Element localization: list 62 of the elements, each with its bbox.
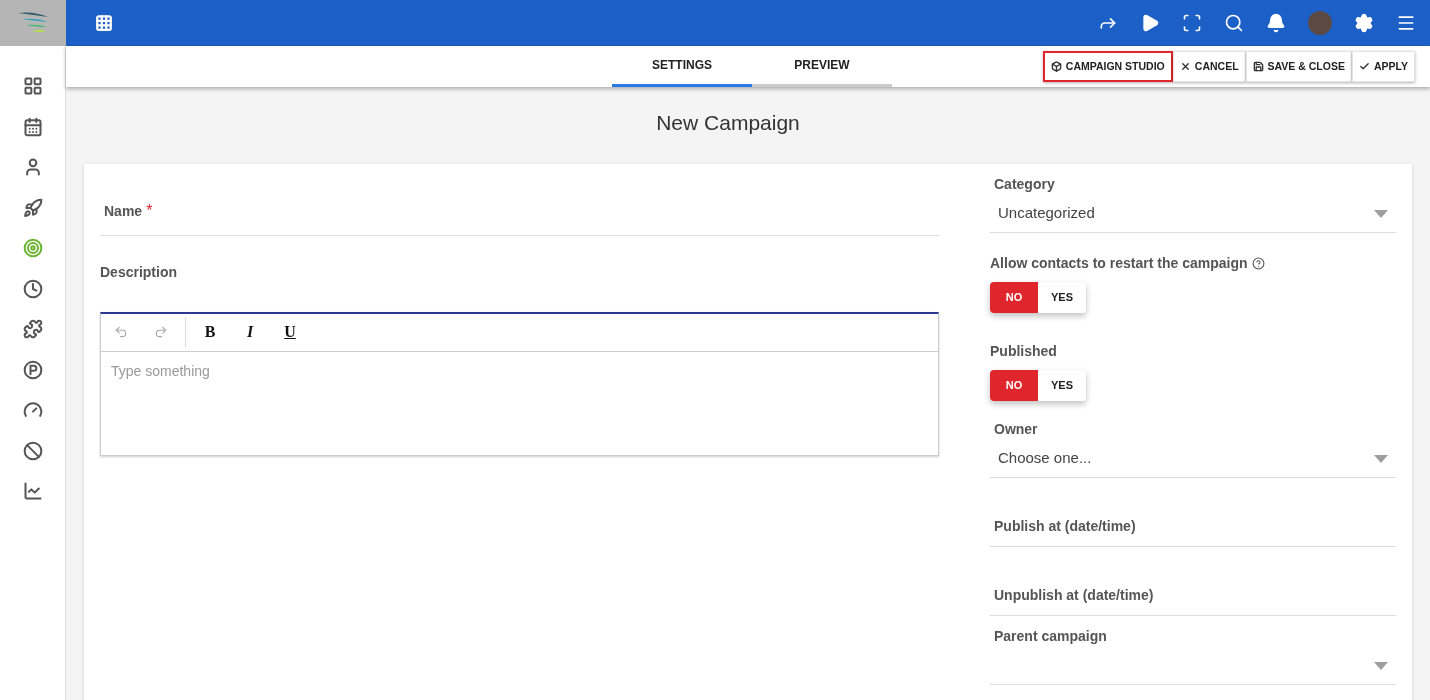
toggle-option[interactable]: NO xyxy=(990,369,1038,401)
toolbar-button[interactable]: B xyxy=(190,317,230,347)
page-title: New Campaign xyxy=(655,110,801,136)
rocket-icon[interactable] xyxy=(22,197,43,218)
toggle-option[interactable]: YES xyxy=(1038,369,1086,401)
check-icon xyxy=(1358,61,1370,72)
bell-icon[interactable] xyxy=(1266,13,1286,33)
description-input[interactable]: Type something xyxy=(101,351,938,448)
calendar-icon[interactable] xyxy=(22,116,43,137)
save-icon xyxy=(1252,61,1264,72)
toggle-switch[interactable]: NO YES xyxy=(990,281,1086,313)
select-value: Choose one... xyxy=(998,448,1092,469)
dashboard-icon[interactable] xyxy=(22,76,43,96)
undo-icon xyxy=(114,325,128,339)
select-field[interactable]: Parent campaign xyxy=(990,615,1396,685)
caret-icon xyxy=(1374,454,1388,463)
menu-icon[interactable] xyxy=(1396,13,1416,33)
cube-icon xyxy=(1050,61,1062,72)
field-label: Publish at (date/time) xyxy=(994,517,1136,534)
action-button[interactable]: CANCEL xyxy=(1172,51,1246,82)
action-button[interactable]: APPLY xyxy=(1351,51,1415,82)
select-field[interactable]: Category Uncategorized xyxy=(990,163,1396,233)
toolbar-button[interactable]: U xyxy=(270,317,310,347)
toggle-switch[interactable]: NO YES xyxy=(990,369,1086,401)
required-marker: * xyxy=(146,201,153,219)
apps-grid-icon[interactable] xyxy=(95,14,113,32)
select-value: Uncategorized xyxy=(998,203,1095,224)
redo-icon xyxy=(154,325,168,339)
gauge-icon[interactable] xyxy=(22,400,43,420)
caret-icon xyxy=(1374,209,1388,218)
puzzle-icon[interactable] xyxy=(22,319,43,339)
close-icon xyxy=(1179,61,1191,72)
field-label: Description xyxy=(100,262,178,282)
action-button[interactable]: SAVE & CLOSE xyxy=(1245,51,1352,82)
date-field[interactable]: Publish at (date/time) xyxy=(990,477,1396,547)
date-field[interactable]: Unpublish at (date/time) xyxy=(990,546,1396,616)
clock-icon[interactable] xyxy=(22,278,43,299)
target-icon[interactable] xyxy=(22,238,43,258)
search-icon[interactable] xyxy=(1224,13,1244,33)
toggle-option[interactable]: NO xyxy=(990,281,1038,313)
help-icon[interactable] xyxy=(1251,256,1265,270)
chart-icon[interactable] xyxy=(22,481,43,501)
field-label: Owner xyxy=(994,420,1038,437)
field-label: Parent campaign xyxy=(994,627,1107,644)
caret-icon xyxy=(1374,661,1388,670)
tab[interactable]: SETTINGS xyxy=(612,46,752,87)
field-label: Allow contacts to restart the campaign xyxy=(990,253,1248,273)
field-label: Category xyxy=(994,175,1055,192)
rich-text-editor[interactable]: B I U Type something xyxy=(100,311,939,456)
fullscreen-icon[interactable] xyxy=(1182,13,1202,33)
field-label: Unpublish at (date/time) xyxy=(994,586,1154,603)
parking-icon[interactable] xyxy=(22,359,43,380)
field-label: Published xyxy=(990,341,1057,361)
field-label: Name xyxy=(104,202,143,219)
tab[interactable]: PREVIEW xyxy=(752,46,892,87)
ban-icon[interactable] xyxy=(22,440,43,461)
select-field[interactable]: Owner Choose one... xyxy=(990,408,1396,478)
toolbar-button[interactable]: I xyxy=(230,317,270,347)
action-button[interactable]: CAMPAIGN STUDIO xyxy=(1042,51,1173,82)
toggle-option[interactable]: YES xyxy=(1038,281,1086,313)
name-field[interactable]: Name * xyxy=(100,198,939,236)
play-icon[interactable] xyxy=(1140,13,1160,33)
